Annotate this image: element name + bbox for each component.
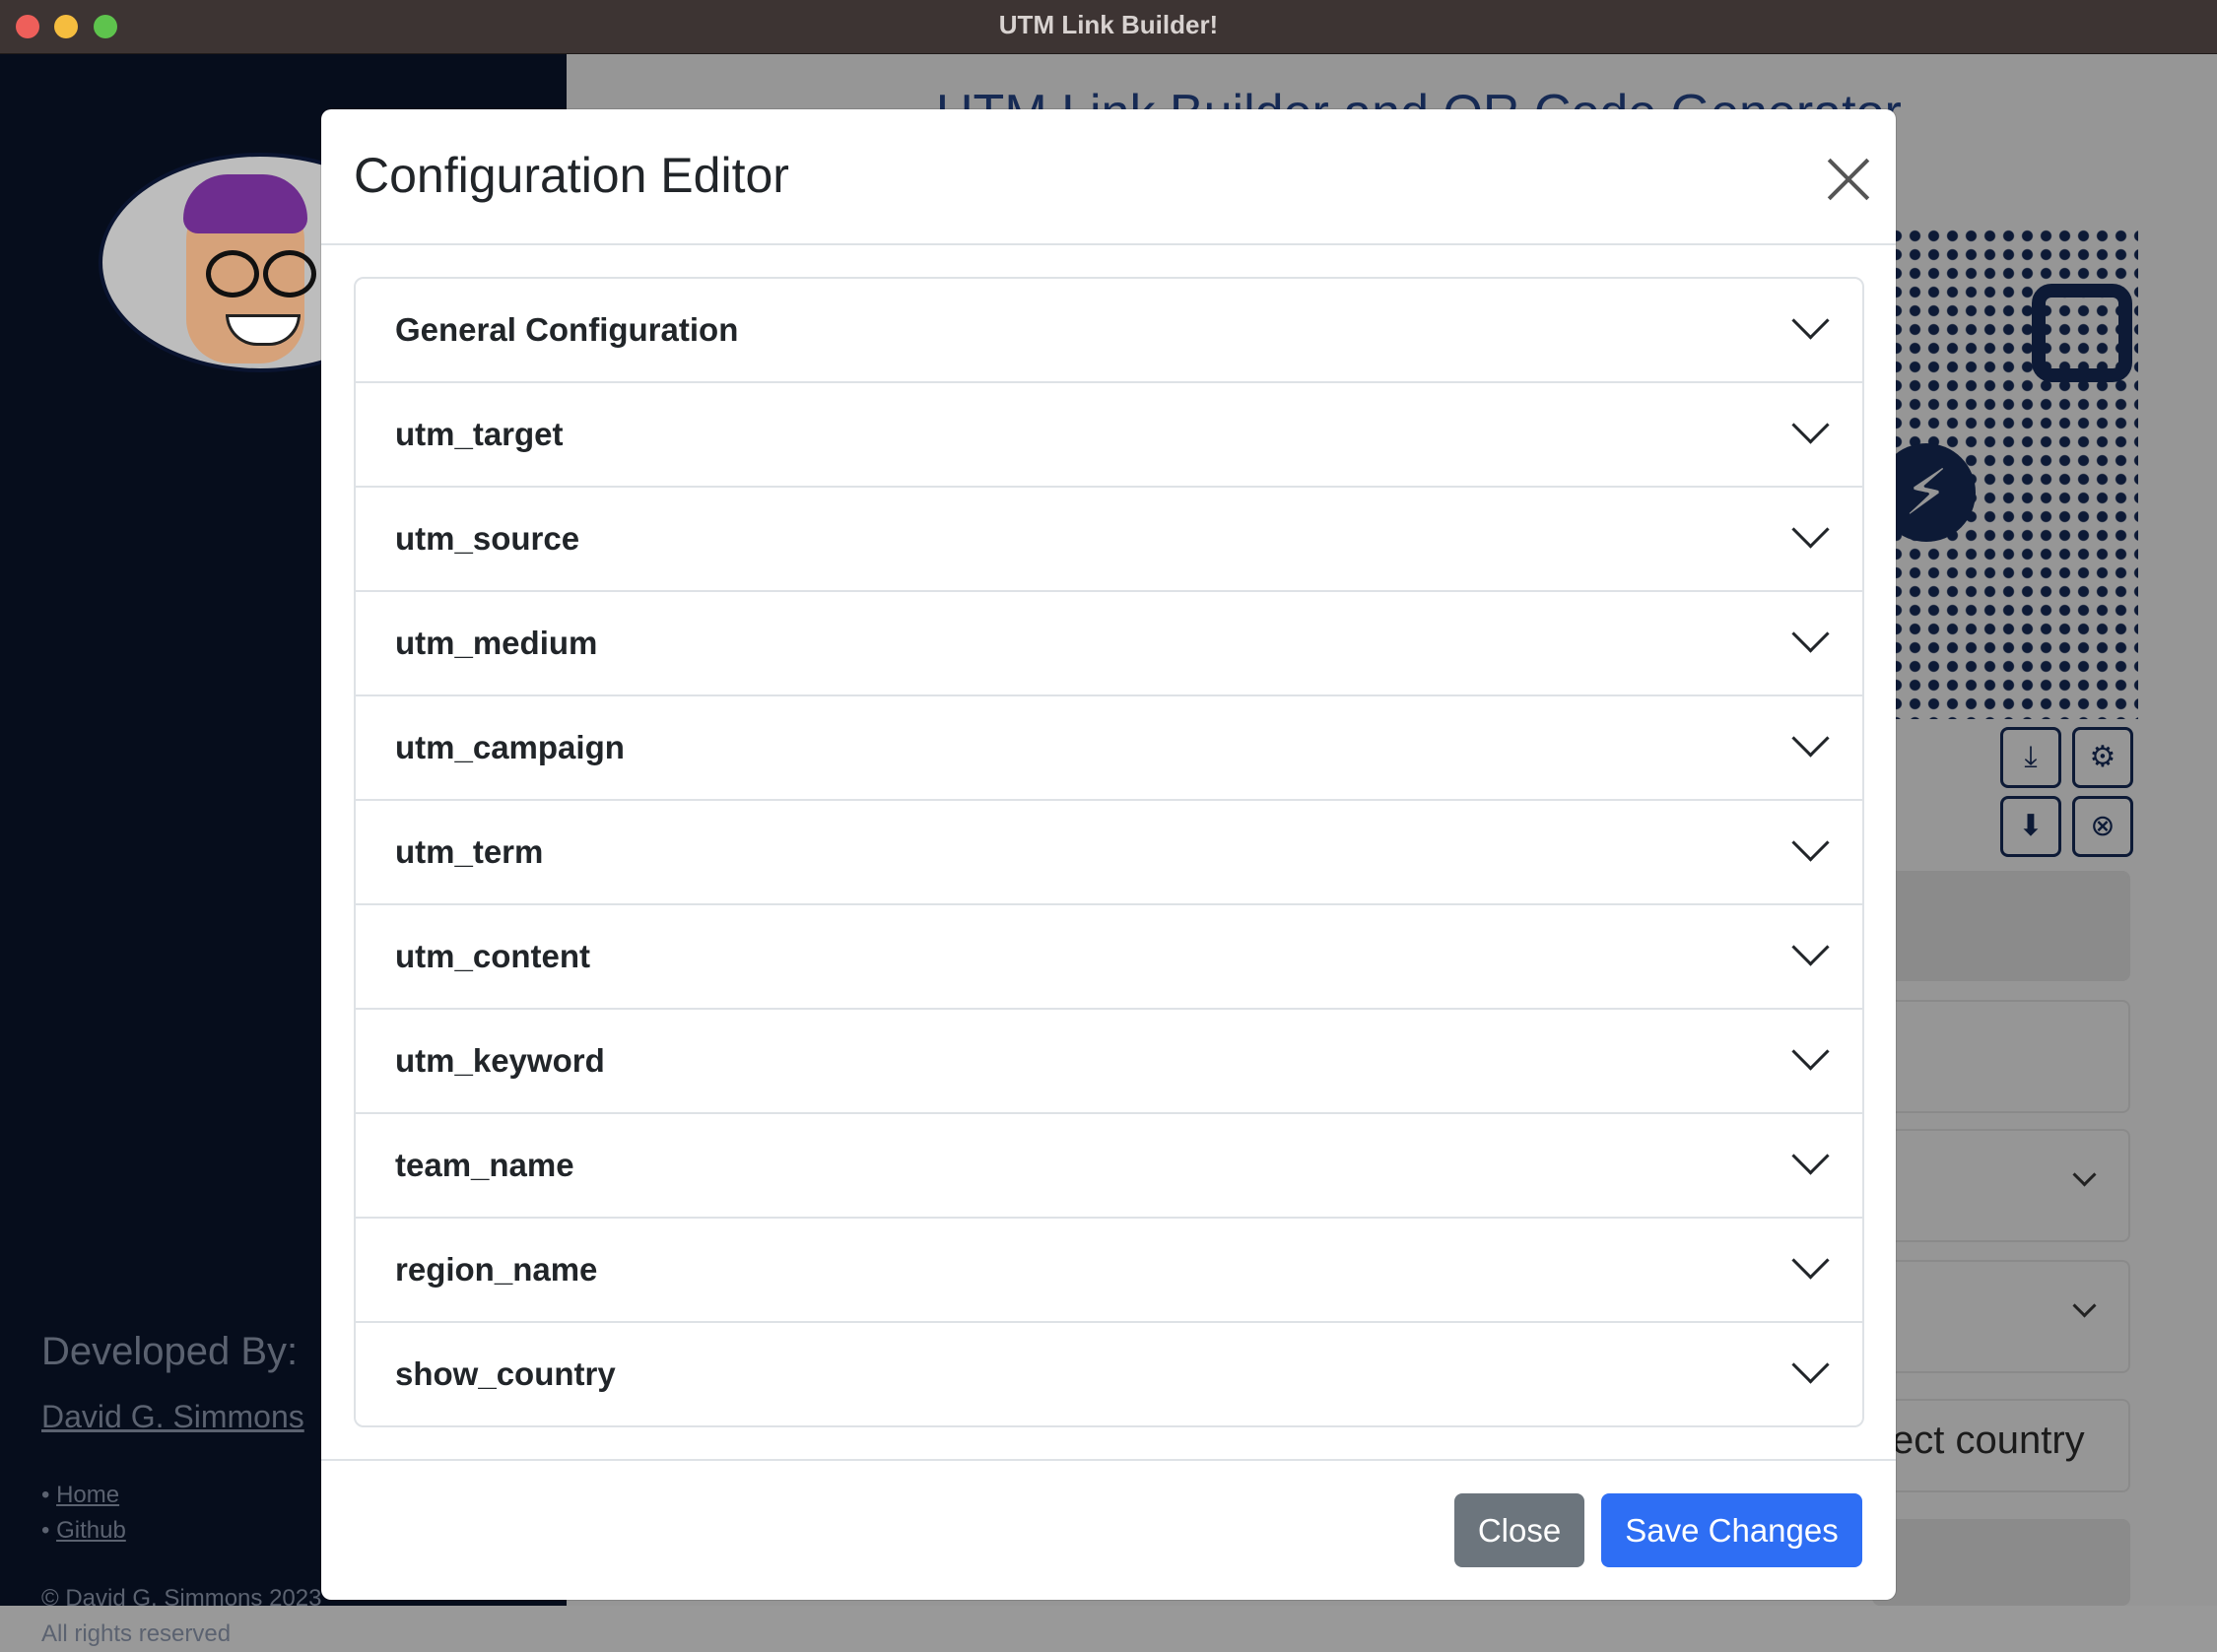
window-title: UTM Link Builder! xyxy=(998,10,1219,39)
accordion-item-utm-target[interactable]: utm_target xyxy=(356,383,1862,488)
avatar-hair xyxy=(183,174,307,233)
accordion-item-label: General Configuration xyxy=(395,311,739,348)
accordion-item-utm-content[interactable]: utm_content xyxy=(356,905,1862,1010)
accordion-item-team-name[interactable]: team_name xyxy=(356,1114,1862,1219)
configuration-editor-modal: Configuration Editor General Configurati… xyxy=(321,109,1896,1600)
accordion-item-label: utm_campaign xyxy=(395,729,625,765)
close-circle-icon[interactable]: ⊗ xyxy=(2072,796,2133,857)
chevron-down-icon xyxy=(1791,406,1830,444)
developed-by-label: Developed By: xyxy=(41,1330,299,1373)
developer-name-link[interactable]: David G. Simmons xyxy=(41,1399,304,1435)
sidebar-link-github[interactable]: • Github xyxy=(41,1513,126,1549)
background-select-2 xyxy=(1872,1260,2130,1373)
chevron-down-icon xyxy=(1791,1346,1830,1384)
accordion-item-label: show_country xyxy=(395,1355,616,1392)
accordion-item-region-name[interactable]: region_name xyxy=(356,1219,1862,1323)
chevron-down-icon xyxy=(1791,615,1830,653)
accordion-item-label: utm_target xyxy=(395,416,564,452)
accordion-item-utm-keyword[interactable]: utm_keyword xyxy=(356,1010,1862,1114)
modal-header: Configuration Editor xyxy=(321,109,1896,245)
chevron-down-icon xyxy=(1791,824,1830,862)
save-changes-button[interactable]: Save Changes xyxy=(1601,1493,1862,1567)
accordion-item-label: team_name xyxy=(395,1147,574,1183)
qr-logo-icon xyxy=(2032,284,2132,382)
background-output-field xyxy=(1872,871,2130,981)
chevron-down-icon xyxy=(2072,1162,2097,1187)
accordion-item-label: utm_source xyxy=(395,520,580,557)
background-input-field xyxy=(1872,1000,2130,1113)
accordion-item-utm-campaign[interactable]: utm_campaign xyxy=(356,696,1862,801)
accordion-item-show-country[interactable]: show_country xyxy=(356,1323,1862,1425)
background-bottom-field xyxy=(1872,1519,2130,1606)
avatar-glasses-right xyxy=(263,250,316,297)
accordion-item-label: utm_medium xyxy=(395,625,598,661)
github-link[interactable]: Github xyxy=(56,1517,126,1544)
sidebar-links: • Home • Github xyxy=(41,1478,126,1549)
accordion-item-label: region_name xyxy=(395,1251,598,1288)
chevron-down-icon xyxy=(1791,1241,1830,1280)
accordion-item-label: utm_content xyxy=(395,938,590,974)
chevron-down-icon xyxy=(1791,719,1830,758)
chevron-down-icon xyxy=(1791,1032,1830,1071)
config-accordion: General Configuration utm_target utm_sou… xyxy=(354,277,1864,1427)
chevron-down-icon xyxy=(1791,1137,1830,1175)
background-select-1 xyxy=(1872,1129,2130,1242)
country-select-placeholder: ect country xyxy=(1892,1419,2085,1462)
accordion-item-utm-medium[interactable]: utm_medium xyxy=(356,592,1862,696)
sidebar-link-home[interactable]: • Home xyxy=(41,1478,126,1513)
home-link[interactable]: Home xyxy=(56,1482,119,1508)
chevron-down-icon xyxy=(1791,928,1830,966)
accordion-item-utm-term[interactable]: utm_term xyxy=(356,801,1862,905)
chevron-down-icon xyxy=(2072,1293,2097,1318)
modal-title: Configuration Editor xyxy=(354,148,789,203)
download-icon[interactable]: ⤓ xyxy=(2000,727,2061,788)
accordion-item-label: utm_term xyxy=(395,833,544,870)
gear-icon[interactable]: ⚙ xyxy=(2072,727,2133,788)
accordion-item-utm-source[interactable]: utm_source xyxy=(356,488,1862,592)
sidebar-copyright: © David G. Simmons 2023 All rights reser… xyxy=(41,1581,321,1652)
modal-close-icon[interactable] xyxy=(1824,155,1873,204)
rights-text: All rights reserved xyxy=(41,1620,232,1647)
chevron-down-icon xyxy=(1791,510,1830,549)
download-box-icon[interactable]: ⬇ xyxy=(2000,796,2061,857)
accordion-item-label: utm_keyword xyxy=(395,1042,605,1079)
chevron-down-icon xyxy=(1791,301,1830,340)
avatar-glasses-left xyxy=(206,250,259,297)
accordion-item-general-configuration[interactable]: General Configuration xyxy=(356,279,1862,383)
close-button[interactable]: Close xyxy=(1454,1493,1584,1567)
window-titlebar: UTM Link Builder! xyxy=(0,0,2217,54)
modal-footer: Close Save Changes xyxy=(321,1459,1896,1602)
copyright-text: © David G. Simmons 2023 xyxy=(41,1585,322,1612)
